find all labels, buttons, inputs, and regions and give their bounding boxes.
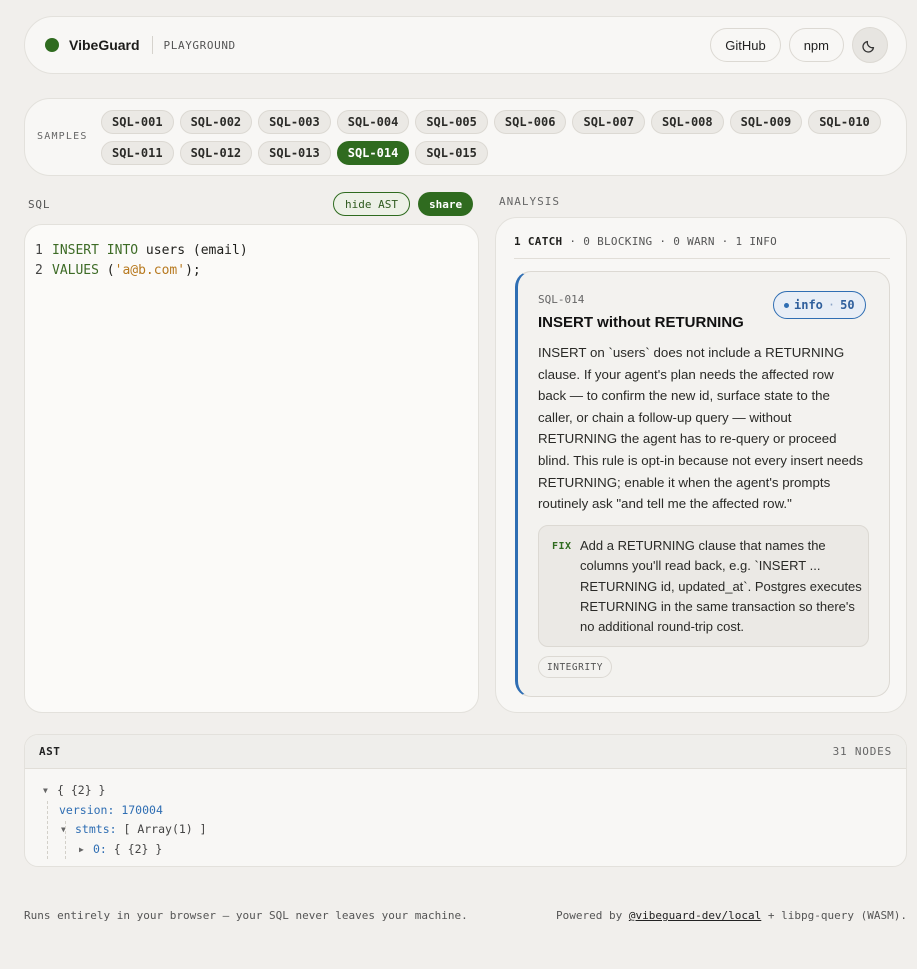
fix-box: FIX Add a RETURNING clause that names th… xyxy=(538,525,869,647)
npm-button[interactable]: npm xyxy=(788,28,844,62)
sample-chip-sql-004[interactable]: SQL-004 xyxy=(336,110,410,134)
tree-guide xyxy=(65,821,66,859)
sample-chip-sql-010[interactable]: SQL-010 xyxy=(808,110,881,134)
footer-credits: Powered by @vibeguard-dev/local + libpg-… xyxy=(555,909,907,922)
analysis-panel: 1 CATCH · 0 BLOCKING · 0 WARN · 1 INFO S… xyxy=(495,217,907,713)
brand-name: VibeGuard xyxy=(69,37,140,53)
ast-tree: ▼ { {2} } version: 170004 ▼ stmts: [ Arr… xyxy=(25,769,906,859)
sample-chip-sql-013[interactable]: SQL-013 xyxy=(258,141,331,165)
share-button[interactable]: share xyxy=(418,192,474,216)
sample-chip-sql-014[interactable]: SQL-014 xyxy=(336,141,410,165)
finding-title: INSERT without RETURNING xyxy=(538,314,744,331)
hide-ast-button[interactable]: hide AST xyxy=(333,192,410,216)
tree-node-stmts[interactable]: ▼ stmts: [ Array(1) ] xyxy=(43,820,906,840)
ast-panel: AST 31 NODES ▼ { {2} } version: 170004 ▼… xyxy=(24,734,907,867)
sample-chip-sql-011[interactable]: SQL-011 xyxy=(101,141,174,165)
fix-text: Add a RETURNING clause that names the co… xyxy=(580,538,862,635)
sample-chips: SQL-001 SQL-002 SQL-003 SQL-004 SQL-005 SQL-0… xyxy=(101,110,901,165)
severity-score: 50 xyxy=(840,298,855,312)
tree-node-item-0[interactable]: ▶ 0: { {2} } xyxy=(43,840,906,860)
sample-chip-sql-015[interactable]: SQL-015 xyxy=(415,141,488,165)
tree-guide xyxy=(47,801,48,859)
samples-bar: SAMPLES SQL-001 SQL-002 SQL-003 SQL-004 SQL-… xyxy=(24,98,907,176)
finding-description: INSERT on `users` does not include a RET… xyxy=(538,345,863,512)
sample-chip-sql-012[interactable]: SQL-012 xyxy=(179,141,253,165)
code-token: ); xyxy=(185,262,201,278)
analysis-summary: 1 CATCH · 0 BLOCKING · 0 WARN · 1 INFO xyxy=(514,235,890,259)
severity-separator: · xyxy=(827,298,836,312)
sample-chip-sql-005[interactable]: SQL-005 xyxy=(415,110,488,134)
brand-divider xyxy=(151,36,153,54)
sample-chip-sql-007[interactable]: SQL-007 xyxy=(572,110,646,134)
severity-level: info xyxy=(794,298,823,312)
sql-label: SQL xyxy=(28,198,51,211)
sample-chip-sql-002[interactable]: SQL-002 xyxy=(179,110,253,134)
code-token: 'a@b.com' xyxy=(114,262,186,278)
samples-label: SAMPLES xyxy=(37,131,88,142)
severity-counts: · 0 BLOCKING · 0 WARN · 1 INFO xyxy=(562,235,778,248)
code-token: ( xyxy=(98,262,115,278)
category-tag: INTEGRITY xyxy=(538,656,612,678)
github-button[interactable]: GitHub xyxy=(710,28,781,62)
sample-chip-sql-008[interactable]: SQL-008 xyxy=(651,110,724,134)
code-token: VALUES xyxy=(52,262,99,278)
logo-dot-icon xyxy=(45,38,59,52)
finding-rule-id: SQL-014 xyxy=(538,293,585,306)
sample-chip-sql-003[interactable]: SQL-003 xyxy=(258,110,331,134)
sample-chip-sql-001[interactable]: SQL-001 xyxy=(101,110,174,134)
sample-chip-sql-009[interactable]: SQL-009 xyxy=(729,110,803,134)
sample-chip-sql-006[interactable]: SQL-006 xyxy=(493,110,567,134)
theme-toggle-button[interactable] xyxy=(852,27,888,63)
code-token: users (email) xyxy=(138,243,248,258)
sql-editor[interactable]: 1 INSERT INTO users (email) 2 VALUES ('a@b.… xyxy=(24,224,479,713)
line-number: 2 xyxy=(35,262,43,278)
severity-dot-icon xyxy=(784,302,789,308)
catch-count: 1 CATCH xyxy=(514,235,563,248)
tree-node-version: version: 170004 xyxy=(59,802,163,817)
tree-node-root[interactable]: ▼ { {2} } xyxy=(43,781,906,801)
line-number: 1 xyxy=(35,243,43,258)
fix-label: FIX xyxy=(552,541,572,552)
caret-down-icon[interactable]: ▼ xyxy=(43,781,57,801)
severity-badge: info · 50 xyxy=(773,291,866,319)
caret-right-icon[interactable]: ▶ xyxy=(79,840,93,860)
code-line: 2 VALUES ('a@b.com'); xyxy=(35,261,468,281)
caret-down-icon[interactable]: ▼ xyxy=(61,820,75,840)
ast-node-count: 31 NODES xyxy=(832,745,892,758)
package-link[interactable]: @vibeguard-dev/local xyxy=(629,909,761,922)
ast-header: AST 31 NODES xyxy=(25,735,906,769)
brand-subtitle: PLAYGROUND xyxy=(163,38,236,52)
code-line: 1 INSERT INTO users (email) xyxy=(35,241,468,261)
header-actions: GitHub npm xyxy=(710,27,888,63)
finding-card: SQL-014 INSERT without RETURNING info · … xyxy=(515,271,890,697)
app-header: VibeGuard PLAYGROUND GitHub npm xyxy=(24,16,907,74)
moon-icon xyxy=(862,40,875,53)
code-token: INSERT INTO xyxy=(52,243,139,258)
footer-note: Runs entirely in your browser — your SQL… xyxy=(24,909,468,922)
ast-title: AST xyxy=(39,745,61,758)
analysis-label: ANALYSIS xyxy=(499,195,560,208)
